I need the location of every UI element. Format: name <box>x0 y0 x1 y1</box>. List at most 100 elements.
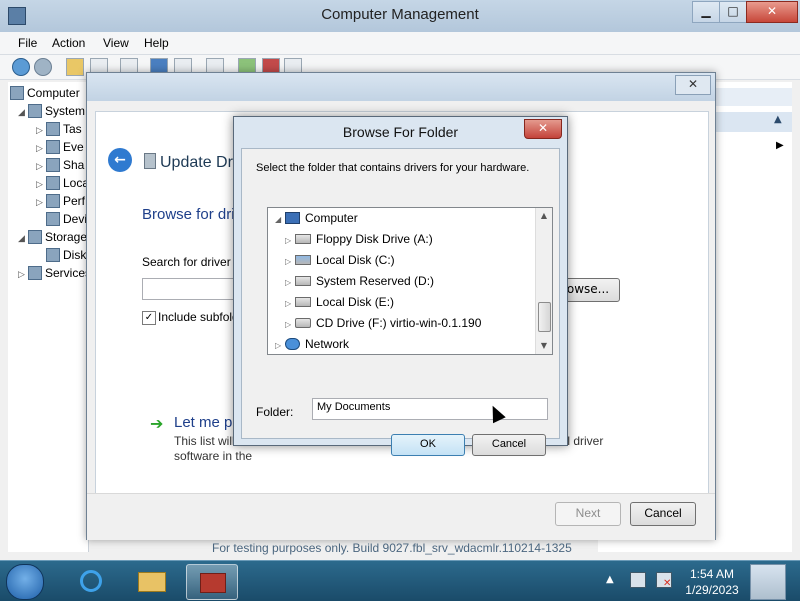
expand-arrow-icon[interactable]: ▷ <box>275 336 285 354</box>
tree-item-shared-folders[interactable]: ▷ Sha <box>36 158 84 176</box>
network-status-icon[interactable] <box>630 572 646 588</box>
menu-file[interactable]: File <box>18 36 37 50</box>
tree-item-performance[interactable]: ▷ Perf <box>36 194 85 212</box>
cancel-button-label: Cancel <box>491 438 527 450</box>
expand-arrow-icon[interactable]: ▷ <box>285 315 295 335</box>
tree-item-system-tools[interactable]: ◢ System <box>18 104 85 122</box>
tree-item-label: Devi <box>63 212 88 226</box>
tree-item-task-scheduler[interactable]: ▷ Tas <box>36 122 82 140</box>
disk-icon <box>46 248 60 262</box>
title-bar: Computer Management ▁ □ ✕ <box>0 0 800 32</box>
internet-explorer-icon <box>80 570 102 592</box>
file-explorer-icon <box>138 572 166 592</box>
taskbar-computer-management[interactable] <box>186 564 238 600</box>
local-disk-icon <box>295 255 311 265</box>
search-location-label: Search for driver so <box>142 255 247 269</box>
minimize-icon: ▁ <box>701 4 711 18</box>
expand-arrow-icon[interactable]: ▷ <box>36 125 46 136</box>
dialog-close-button[interactable]: ✕ <box>524 119 562 139</box>
browse-for-folder-dialog: Browse For Folder ✕ Select the folder th… <box>233 116 568 456</box>
expand-arrow-icon[interactable]: ▷ <box>285 231 295 251</box>
tree-item-local-users[interactable]: ▷ Loca <box>36 176 89 194</box>
dialog-close-button[interactable]: ✕ <box>675 75 711 95</box>
next-button[interactable]: Next <box>555 502 621 526</box>
green-arrow-icon: ➔ <box>150 414 164 433</box>
expand-arrow-icon[interactable]: ▷ <box>285 273 295 293</box>
tree-item-computer[interactable]: Computer <box>10 86 80 104</box>
folder-label: Folder: <box>256 405 294 419</box>
folder-tree[interactable]: ◢ Computer ▷ Floppy Disk Drive (A:) ▷ Local… <box>267 207 553 355</box>
vertical-scrollbar[interactable]: ▲ ▼ <box>535 208 552 354</box>
collapse-arrow-icon[interactable]: ◢ <box>18 107 28 118</box>
tree-item-event-viewer[interactable]: ▷ Eve <box>36 140 84 158</box>
cd-drive-icon <box>295 318 311 328</box>
taskbar-internet-explorer[interactable] <box>66 564 116 598</box>
dialog-prompt: Select the folder that contains drivers … <box>256 162 530 174</box>
clock-date[interactable]: 1/29/2023 <box>680 583 744 597</box>
forward-icon[interactable] <box>34 58 52 76</box>
tree-item-label: System Reserved (D:) <box>316 274 435 288</box>
show-hidden-icons-icon[interactable]: ▲ <box>606 574 614 585</box>
console-tree: Computer ◢ System ▷ Tas ▷ Eve ▷ Sha ▷ Loca ▷ P… <box>8 82 91 552</box>
drive-icon <box>295 276 311 286</box>
minimize-button[interactable]: ▁ <box>692 1 720 23</box>
scroll-up-arrow-icon[interactable]: ▲ <box>536 208 552 224</box>
expand-arrow-icon[interactable]: ▷ <box>285 252 295 272</box>
tree-item-label: System <box>45 104 86 118</box>
ok-button[interactable]: OK <box>391 434 465 456</box>
expand-arrow-icon[interactable]: ▷ <box>36 161 46 172</box>
menu-action[interactable]: Action <box>52 36 85 50</box>
storage-icon <box>28 230 42 244</box>
tree-item-network[interactable]: ▷ Network <box>275 334 349 354</box>
tree-item-device-manager[interactable]: Devi <box>46 212 87 230</box>
scroll-down-arrow-icon[interactable]: ▼ <box>536 338 552 354</box>
up-folder-icon[interactable] <box>66 58 84 76</box>
computer-management-icon <box>200 573 226 593</box>
menu-view[interactable]: View <box>103 36 129 50</box>
expand-arrow-icon[interactable]: ▷ <box>36 143 46 154</box>
taskbar: ▲ ✕ 1:54 AM 1/29/2023 <box>0 560 800 601</box>
tree-item-services[interactable]: ▷ Services <box>18 266 91 284</box>
menu-help[interactable]: Help <box>144 36 169 50</box>
menu-bar: File Action View Help <box>0 32 800 55</box>
expand-arrow-icon[interactable]: ▷ <box>18 269 28 280</box>
tree-item-local-disk-e[interactable]: ▷ Local Disk (E:) <box>285 292 394 312</box>
clock-time[interactable]: 1:54 AM <box>680 567 744 581</box>
tree-item-cd-drive-f[interactable]: ▷ CD Drive (F:) virtio-win-0.1.190 <box>285 313 481 333</box>
expand-arrow-icon[interactable]: ▷ <box>285 294 295 314</box>
tree-item-system-reserved-d[interactable]: ▷ System Reserved (D:) <box>285 271 434 291</box>
scrollbar-thumb[interactable] <box>538 302 551 332</box>
collapse-arrow-icon[interactable]: ◢ <box>18 233 28 244</box>
cancel-button[interactable]: Cancel <box>630 502 696 526</box>
tree-item-local-disk-c[interactable]: ▷ Local Disk (C:) <box>285 250 395 270</box>
folder-input[interactable]: My Documents <box>312 398 548 420</box>
tree-item-label: Eve <box>63 140 84 154</box>
description-line-2: software in the <box>174 449 253 463</box>
taskbar-file-explorer[interactable] <box>126 564 176 598</box>
tree-item-storage[interactable]: ◢ Storage <box>18 230 87 248</box>
muted-icon: ✕ <box>663 578 672 589</box>
maximize-button[interactable]: □ <box>719 1 747 23</box>
back-button[interactable]: ← <box>108 148 132 172</box>
expand-arrow-icon[interactable]: ▷ <box>36 179 46 190</box>
close-button[interactable]: ✕ <box>746 1 798 23</box>
cancel-button[interactable]: Cancel <box>472 434 546 456</box>
collapse-arrow-icon[interactable]: ◢ <box>275 210 285 230</box>
include-subfolders-checkbox[interactable]: ✓ <box>142 311 156 325</box>
tree-item-computer[interactable]: ◢ Computer <box>275 208 358 228</box>
event-viewer-icon <box>46 140 60 154</box>
more-actions-arrow-icon[interactable]: ▶ <box>776 140 784 151</box>
expand-arrow-icon[interactable]: ▷ <box>36 197 46 208</box>
tree-item-label: Computer <box>27 86 80 100</box>
window-title: Computer Management <box>321 6 479 23</box>
user-avatar-icon[interactable] <box>750 564 786 600</box>
maximize-icon: □ <box>727 4 739 18</box>
shared-folder-icon <box>46 158 60 172</box>
tree-item-floppy-a[interactable]: ▷ Floppy Disk Drive (A:) <box>285 229 433 249</box>
back-icon[interactable] <box>12 58 30 76</box>
collapse-arrow-icon[interactable]: ▲ <box>774 114 782 125</box>
start-button[interactable] <box>6 564 44 600</box>
desktop-watermark: For testing purposes only. Build 9027.fb… <box>212 541 572 555</box>
tree-item-disk-management[interactable]: Disk <box>46 248 86 266</box>
close-icon: ✕ <box>537 121 549 135</box>
